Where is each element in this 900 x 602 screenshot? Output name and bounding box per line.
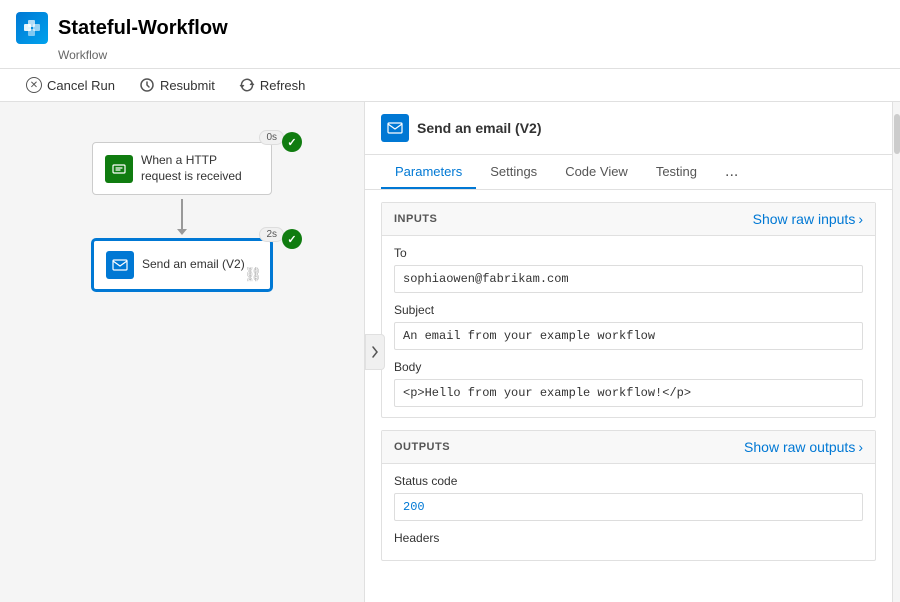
resubmit-icon <box>139 77 155 93</box>
outputs-section-title: OUTPUTS <box>394 441 450 453</box>
headers-label: Headers <box>394 531 863 545</box>
tab-parameters[interactable]: Parameters <box>381 156 476 189</box>
tab-more-button[interactable]: ... <box>715 155 748 189</box>
scrollbar-thumb <box>894 114 900 154</box>
app-header: Stateful-Workflow Workflow <box>0 0 900 69</box>
cancel-icon: ✕ <box>26 77 42 93</box>
tab-code-view[interactable]: Code View <box>551 156 642 189</box>
panel-header: Send an email (V2) <box>365 102 892 155</box>
inputs-section-title: INPUTS <box>394 213 437 225</box>
link-icon: ⛓ <box>244 266 262 283</box>
node2-time-badge: 2s <box>259 227 284 242</box>
page-title: Stateful-Workflow <box>58 17 228 40</box>
panel-tabs: Parameters Settings Code View Testing ..… <box>365 155 892 190</box>
page-subtitle: Workflow <box>58 48 884 62</box>
refresh-icon <box>239 77 255 93</box>
inputs-section-header: INPUTS Show raw inputs › <box>382 203 875 236</box>
collapse-panel-button[interactable] <box>365 334 385 370</box>
http-trigger-label: When a HTTP request is received <box>141 153 259 184</box>
app-icon <box>16 12 48 44</box>
node1-time-badge: 0s <box>259 130 284 145</box>
node1-check-badge: ✓ <box>282 132 302 152</box>
http-trigger-icon <box>105 155 133 183</box>
toolbar: ✕ Cancel Run Resubmit Refresh <box>0 69 900 102</box>
subject-label: Subject <box>394 303 863 317</box>
show-raw-outputs-label: Show raw outputs <box>744 439 855 455</box>
show-raw-inputs-label: Show raw inputs <box>753 211 856 227</box>
status-code-field: Status code 200 <box>382 464 875 531</box>
send-email-icon <box>106 251 134 279</box>
body-value: <p>Hello from your example workflow!</p> <box>394 379 863 407</box>
show-raw-outputs-button[interactable]: Show raw outputs › <box>744 439 863 455</box>
send-email-node-wrapper: Send an email (V2) ⛓ 2s ✓ <box>92 239 272 291</box>
subject-field: Subject An email from your example workf… <box>382 303 875 360</box>
headers-field: Headers <box>382 531 875 560</box>
outputs-section-header: OUTPUTS Show raw outputs › <box>382 431 875 464</box>
workflow-canvas: When a HTTP request is received 0s ✓ <box>0 102 365 602</box>
show-raw-inputs-button[interactable]: Show raw inputs › <box>753 211 863 227</box>
status-code-value: 200 <box>394 493 863 521</box>
tab-settings[interactable]: Settings <box>476 156 551 189</box>
body-field: Body <p>Hello from your example workflow… <box>382 360 875 417</box>
outputs-section: OUTPUTS Show raw outputs › Status code 2… <box>381 430 876 561</box>
to-value: sophiaowen@fabrikam.com <box>394 265 863 293</box>
chevron-right-icon: › <box>858 211 863 227</box>
status-code-label: Status code <box>394 474 863 488</box>
resubmit-label: Resubmit <box>160 78 215 93</box>
workflow-nodes: When a HTTP request is received 0s ✓ <box>20 122 344 291</box>
subject-value: An email from your example workflow <box>394 322 863 350</box>
panel-content: INPUTS Show raw inputs › To sophiaowen@f… <box>365 190 892 602</box>
cancel-run-label: Cancel Run <box>47 78 115 93</box>
cancel-run-button[interactable]: ✕ Cancel Run <box>16 73 125 97</box>
status-code-text: 200 <box>403 500 425 514</box>
refresh-button[interactable]: Refresh <box>229 73 316 97</box>
node2-check-badge: ✓ <box>282 229 302 249</box>
scrollbar[interactable] <box>892 102 900 602</box>
send-email-label: Send an email (V2) <box>142 257 245 273</box>
panel-title: Send an email (V2) <box>417 120 541 136</box>
refresh-label: Refresh <box>260 78 306 93</box>
inputs-section: INPUTS Show raw inputs › To sophiaowen@f… <box>381 202 876 418</box>
tab-testing[interactable]: Testing <box>642 156 711 189</box>
to-label: To <box>394 246 863 260</box>
panel-action-icon <box>381 114 409 142</box>
send-email-node[interactable]: Send an email (V2) ⛓ <box>92 239 272 291</box>
detail-panel: Send an email (V2) Parameters Settings C… <box>365 102 892 602</box>
http-trigger-node-wrapper: When a HTTP request is received 0s ✓ <box>92 142 272 195</box>
chevron-right-icon-outputs: › <box>858 439 863 455</box>
connector-1 <box>177 199 187 235</box>
to-field: To sophiaowen@fabrikam.com <box>382 236 875 303</box>
resubmit-button[interactable]: Resubmit <box>129 73 225 97</box>
http-trigger-node[interactable]: When a HTTP request is received <box>92 142 272 195</box>
body-label: Body <box>394 360 863 374</box>
